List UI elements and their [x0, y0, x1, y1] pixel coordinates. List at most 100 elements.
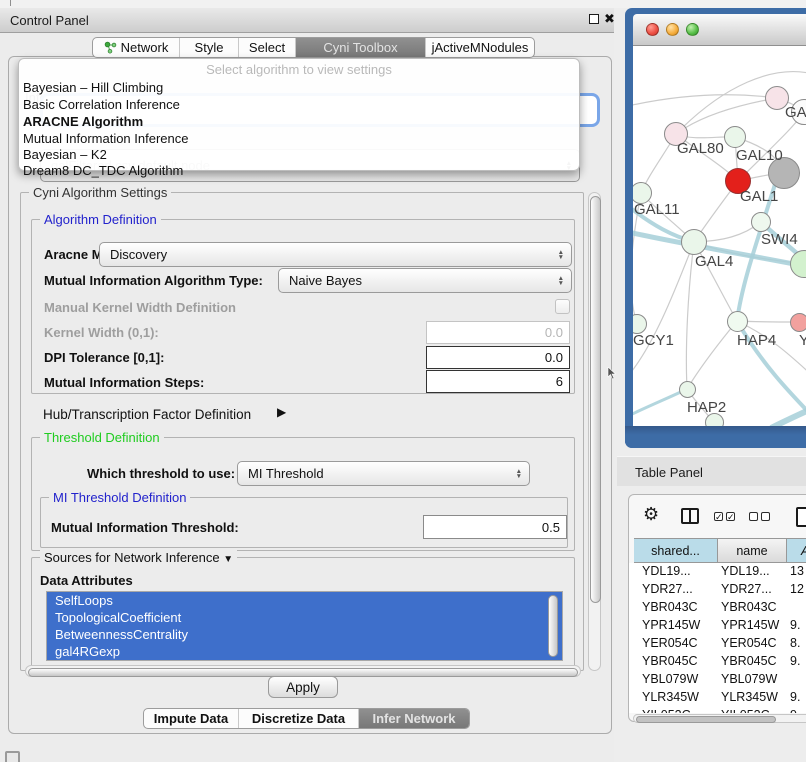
bottom-tabs: Impute Data Discretize Data Infer Networ…	[143, 708, 470, 729]
dropdown-prompt: Select algorithm to view settings	[19, 62, 579, 77]
gear-icon[interactable]: ⚙	[643, 505, 659, 523]
aracne-mode-combo[interactable]: Discovery ▲▼	[99, 242, 572, 267]
minimize-traffic-light[interactable]	[666, 23, 679, 36]
manual-kernel-checkbox	[555, 299, 570, 314]
table-row[interactable]: YLR345WYLR345W9.	[629, 690, 806, 708]
dpi-tolerance-field[interactable]: 0.0	[426, 346, 570, 369]
node-label: GAL10	[736, 147, 783, 164]
mouse-cursor	[607, 367, 617, 380]
settings-vscrollbar[interactable]	[588, 192, 601, 671]
settings-vscrollbar-thumb[interactable]	[590, 196, 601, 603]
table-row[interactable]: YBL079WYBL079W	[629, 672, 806, 690]
mi-threshold-field[interactable]: 0.5	[423, 515, 567, 539]
threshold-definition-group: Threshold Definition Which threshold to …	[31, 437, 575, 551]
table-panel-body: ⚙ ✓ ✓ shared... name A YDL19...YDL19...1…	[628, 494, 806, 722]
spinner-arrows-icon: ▲▼	[558, 276, 564, 286]
algorithm-definition-title: Algorithm Definition	[40, 212, 161, 227]
kernel-width-label: Kernel Width (0,1):	[44, 325, 159, 340]
screen: Control Panel ✖ Network Style Select Cyn…	[0, 0, 806, 762]
hub-definition-label[interactable]: Hub/Transcription Factor Definition	[43, 407, 251, 422]
unselect-all-columns-icon[interactable]	[749, 512, 758, 521]
close-icon[interactable]: ✖	[604, 11, 615, 27]
dock-panel-button[interactable]	[5, 751, 20, 762]
select-all-columns-icon[interactable]: ✓	[726, 512, 735, 521]
tab-network-label: Network	[121, 40, 169, 55]
top-strip	[0, 0, 806, 8]
network-window-titlebar[interactable]	[633, 14, 806, 46]
column-header-name[interactable]: name	[718, 538, 787, 563]
kernel-width-field: 0.0	[426, 321, 570, 344]
network-node[interactable]	[751, 212, 771, 232]
close-traffic-light[interactable]	[646, 23, 659, 36]
dropdown-item[interactable]: Bayesian – Hill Climbing	[23, 80, 163, 95]
table-row[interactable]: YDR27...YDR27...12	[629, 582, 806, 600]
column-header-shared-name[interactable]: shared...	[634, 538, 718, 563]
table-hscrollbar-thumb[interactable]	[636, 716, 776, 723]
table-row[interactable]: YER054CYER054C8.	[629, 636, 806, 654]
tab-infer-network[interactable]: Infer Network	[359, 709, 469, 728]
dpi-tolerance-label: DPI Tolerance [0,1]:	[44, 350, 164, 365]
zoom-traffic-light[interactable]	[686, 23, 699, 36]
node-label: SWI4	[761, 231, 798, 248]
tab-style[interactable]: Style	[180, 38, 239, 57]
column-header-partial[interactable]: A	[787, 538, 806, 563]
tab-impute-data[interactable]: Impute Data	[144, 709, 239, 728]
tab-network[interactable]: Network	[93, 38, 180, 57]
network-canvas[interactable]: GAL GAL80 GAL10 GAL1 GAL11 GAL4 SWI4 GCY…	[633, 46, 806, 426]
algorithm-dropdown-popup: Select algorithm to view settings Bayesi…	[18, 58, 580, 171]
which-threshold-combo[interactable]: MI Threshold ▲▼	[237, 461, 530, 486]
split-columns-icon[interactable]	[681, 508, 699, 524]
list-item[interactable]: gal4RGexp	[47, 643, 562, 660]
float-window-icon[interactable]	[589, 14, 599, 24]
spinner-arrows-icon: ▲▼	[516, 469, 522, 479]
mi-type-label: Mutual Information Algorithm Type:	[44, 273, 263, 288]
tab-cyni-toolbox[interactable]: Cyni Toolbox	[296, 38, 426, 57]
table-row[interactable]: YBR043CYBR043C	[629, 600, 806, 618]
table-panel-title: Table Panel	[635, 465, 703, 480]
select-all-columns-icon[interactable]: ✓	[714, 512, 723, 521]
table-hscrollbar[interactable]	[633, 714, 806, 723]
dropdown-item[interactable]: Bayesian – K2	[23, 147, 107, 162]
sources-group: Sources for Network Inference ▼ Data Att…	[31, 557, 575, 671]
cyni-algorithm-settings-group: Cyni Algorithm Settings Algorithm Defini…	[20, 192, 584, 671]
network-node[interactable]	[727, 311, 748, 332]
apply-button[interactable]: Apply	[268, 676, 338, 698]
new-column-icon[interactable]	[796, 507, 806, 527]
node-label: GAL4	[695, 253, 733, 270]
data-attributes-list: SelfLoops TopologicalCoefficient Between…	[46, 591, 563, 661]
node-label: GAL80	[677, 140, 724, 157]
list-item[interactable]: BetweennessCentrality	[47, 626, 562, 643]
network-node[interactable]	[790, 313, 806, 332]
unselect-all-columns-icon[interactable]	[761, 512, 770, 521]
network-node[interactable]	[681, 229, 707, 255]
sources-group-title[interactable]: Sources for Network Inference ▼	[40, 550, 237, 565]
node-label: HAP2	[687, 399, 726, 416]
list-item[interactable]: TopologicalCoefficient	[47, 609, 562, 626]
network-node[interactable]	[724, 126, 746, 148]
dropdown-item-selected[interactable]: ARACNE Algorithm	[23, 114, 143, 129]
table-row[interactable]: YDL19...YDL19...13	[629, 564, 806, 582]
collapse-arrow-icon: ▼	[223, 554, 233, 565]
dropdown-item[interactable]: Basic Correlation Inference	[23, 97, 180, 112]
mi-steps-field[interactable]: 6	[426, 370, 570, 393]
dropdown-item[interactable]: Mutual Information Inference	[23, 131, 188, 146]
list-item[interactable]: SelfLoops	[47, 592, 562, 609]
tab-select[interactable]: Select	[239, 38, 296, 57]
tab-jactivemnodules[interactable]: jActiveMNodules	[426, 38, 534, 57]
list-scrollbar-thumb[interactable]	[548, 595, 558, 657]
node-label: GAL1	[740, 188, 778, 205]
network-window-bottom-frame	[625, 426, 806, 448]
table-row[interactable]: YPR145WYPR145W9.	[629, 618, 806, 636]
tab-discretize-data[interactable]: Discretize Data	[239, 709, 359, 728]
table-row[interactable]: YIL052CYIL052C9	[629, 708, 806, 713]
table-row[interactable]: YBR045CYBR045C9.	[629, 654, 806, 672]
node-label: GAL	[785, 104, 806, 121]
network-node[interactable]	[679, 381, 696, 398]
dropdown-item[interactable]: Dream8 DC_TDC Algorithm	[23, 163, 183, 178]
control-panel-titlebar: Control Panel ✖	[0, 8, 614, 33]
mi-type-combo[interactable]: Naive Bayes ▲▼	[278, 268, 572, 293]
algorithm-definition-group: Algorithm Definition Aracne Mode: Discov…	[31, 219, 575, 394]
node-label: Y	[799, 332, 806, 349]
settings-group-title: Cyni Algorithm Settings	[29, 185, 171, 200]
hub-expand-arrow-icon[interactable]: ▶	[277, 405, 286, 419]
